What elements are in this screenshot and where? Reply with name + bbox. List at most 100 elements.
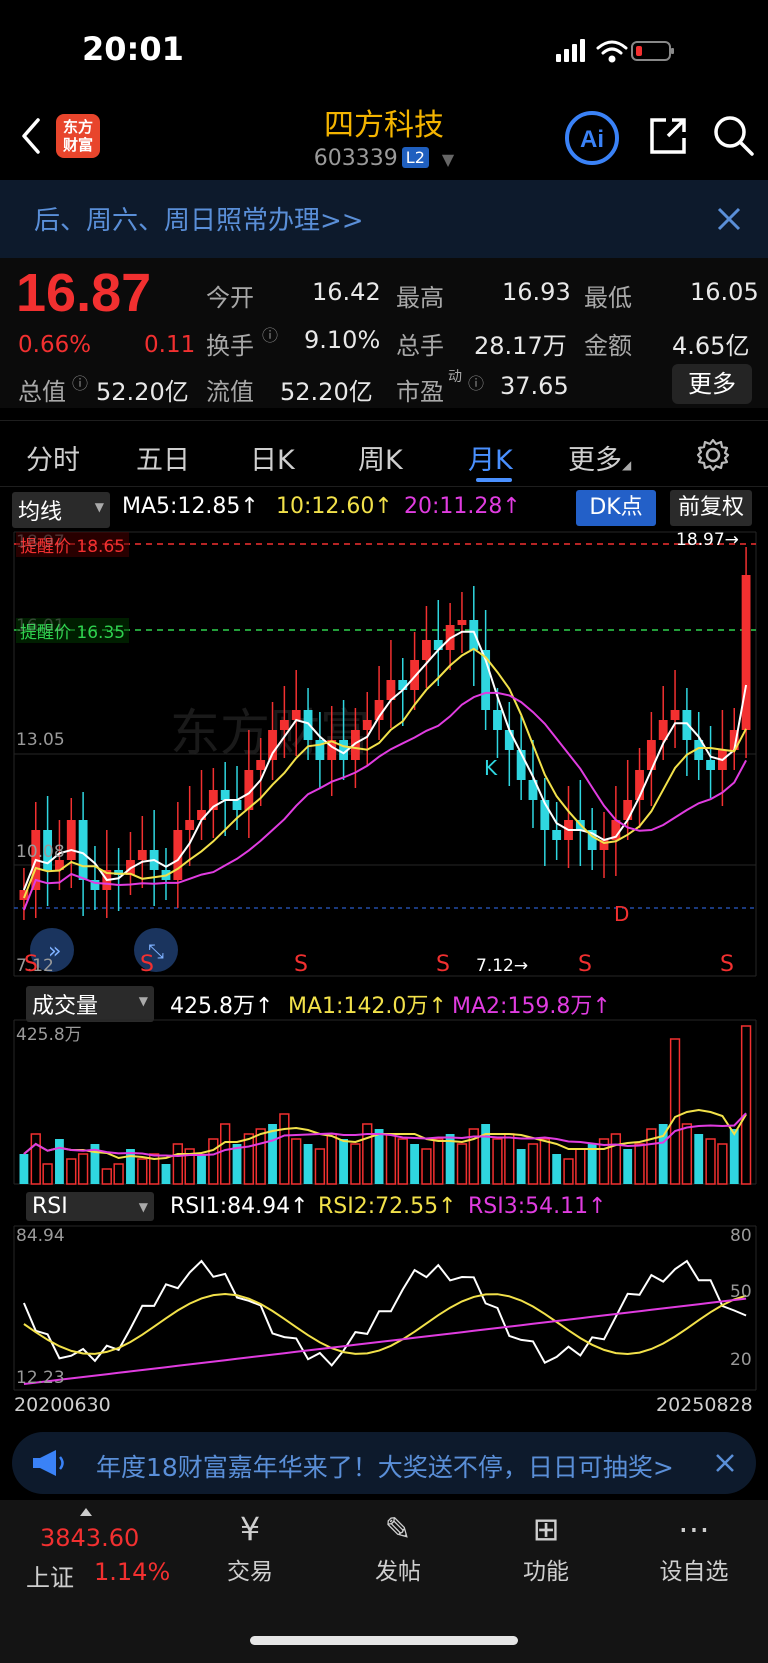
sell-marker: S [24,952,38,977]
volume-chart[interactable] [0,1018,768,1188]
status-icons [556,39,674,63]
volume-bar [658,1124,668,1184]
caret-down-icon: ▼ [441,150,455,169]
rsi1-value: RSI1:84.94↑ [170,1194,309,1219]
k-marker: K [484,756,498,780]
ma20-value: 20:11.28↑ [404,494,521,519]
tab-weekly-k[interactable]: 周K [358,438,403,477]
caret-icon: ◢ [622,458,632,472]
rsi-chart[interactable] [0,1224,768,1394]
volume-bar [563,1158,574,1185]
tab-five-day[interactable]: 五日 [136,438,190,477]
info-icon[interactable]: ⓘ [468,370,484,394]
rsi1-line [22,1259,747,1367]
volume-bar [66,1158,77,1185]
candle-body [362,720,372,730]
high-label: 最高 [396,284,444,312]
close-icon[interactable] [714,1452,736,1474]
svg-text:Ai: Ai [580,126,604,153]
candlestick-chart[interactable]: 东方财富 » ⤡ [0,530,768,980]
volume-bar [255,1128,266,1185]
share-icon[interactable] [646,114,690,158]
volume-bar [516,1149,526,1184]
candle-body [78,820,88,880]
volume-bar [634,1143,645,1185]
volume-bar [232,1144,242,1184]
rsi2-value: RSI2:72.55↑ [318,1194,457,1219]
date-start: 20200630 [14,1394,111,1416]
active-tab-indicator [476,478,512,482]
volume-bar [126,1149,135,1184]
ma5-value: MA5:12.85↑ [122,494,259,519]
candle-body [410,660,420,690]
volume-bar [374,1129,384,1184]
grid-icon: ⊞ [532,1510,560,1548]
volume-bar [279,1113,290,1185]
volume-select[interactable]: 成交量 ▼ [26,986,154,1022]
candle-body [279,720,289,730]
date-end: 20250828 [656,1394,753,1416]
change-pct: 0.66% [18,332,92,358]
megaphone-icon [33,1450,64,1476]
volume-bar [610,1133,622,1185]
search-icon[interactable] [712,114,756,158]
candle-body [422,640,431,660]
volume-bar [421,1148,432,1185]
candle-body [646,740,656,770]
index-pct[interactable]: 1.14% [94,1558,170,1586]
notice-text: 后、周六、周日照常办理>> [34,206,364,236]
info-icon[interactable]: ⓘ [72,370,88,394]
candle-body [232,800,242,810]
volume-bar [623,1149,633,1184]
nav-watchlist[interactable]: ⋯ 设自选 [644,1510,744,1586]
volume-bar [326,1133,337,1185]
info-icon[interactable]: ⓘ [262,322,278,346]
ma10-value: 10:12.60↑ [276,494,393,519]
high-value: 16.93 [502,278,571,306]
volume-bar [19,1154,29,1184]
volume-bar [385,1133,397,1185]
adjust-button[interactable]: 前复权 [670,490,752,526]
volume-current: 425.8万↑ [170,994,274,1019]
volume-bar [552,1154,562,1184]
float-label: 流值 [206,378,254,406]
mktcap-label: 总值 [18,378,66,406]
sell-marker: S [436,952,450,977]
low-label: 最低 [584,284,632,312]
sell-marker: S [578,952,592,977]
index-name[interactable]: 上证 [26,1558,74,1593]
ai-icon[interactable]: Ai [564,110,620,166]
index-value[interactable]: 3843.60 [40,1524,139,1552]
dk-button[interactable]: DK点 [576,490,656,526]
nav-post[interactable]: ✎ 发帖 [348,1510,448,1586]
ma-select[interactable]: 均线 ▼ [12,492,110,528]
more-dots-icon: ⋯ [678,1510,710,1548]
volume-bar [410,1144,420,1184]
candle-body [706,760,715,770]
pe-superscript: 动 [448,369,462,385]
volume-bar [339,1139,348,1184]
candle-body [493,710,502,730]
volume-bar [433,1138,444,1185]
amount-label: 金额 [584,332,632,360]
rsi-select[interactable]: RSI ▼ [26,1192,154,1221]
more-button[interactable]: 更多 [672,364,752,404]
tab-monthly-k[interactable]: 月K [468,438,513,477]
tab-intraday[interactable]: 分时 [26,438,80,477]
volume-bar [113,1163,124,1185]
settings-icon[interactable] [696,438,730,472]
tab-daily-k[interactable]: 日K [250,438,295,477]
nav-functions[interactable]: ⊞ 功能 [496,1510,596,1586]
sell-marker: S [720,952,734,977]
amount-value: 4.65亿 [672,332,750,360]
volume-bar [350,1143,361,1185]
tab-more[interactable]: 更多◢ [568,438,631,477]
sell-marker: S [294,952,308,977]
volume-bar [137,1158,148,1185]
close-icon[interactable] [716,206,742,232]
candle-body [220,790,230,800]
nav-trade[interactable]: ¥ 交易 [200,1510,300,1586]
ma5-line [22,630,748,891]
candle-body [185,820,195,830]
volume-bar [575,1148,586,1185]
